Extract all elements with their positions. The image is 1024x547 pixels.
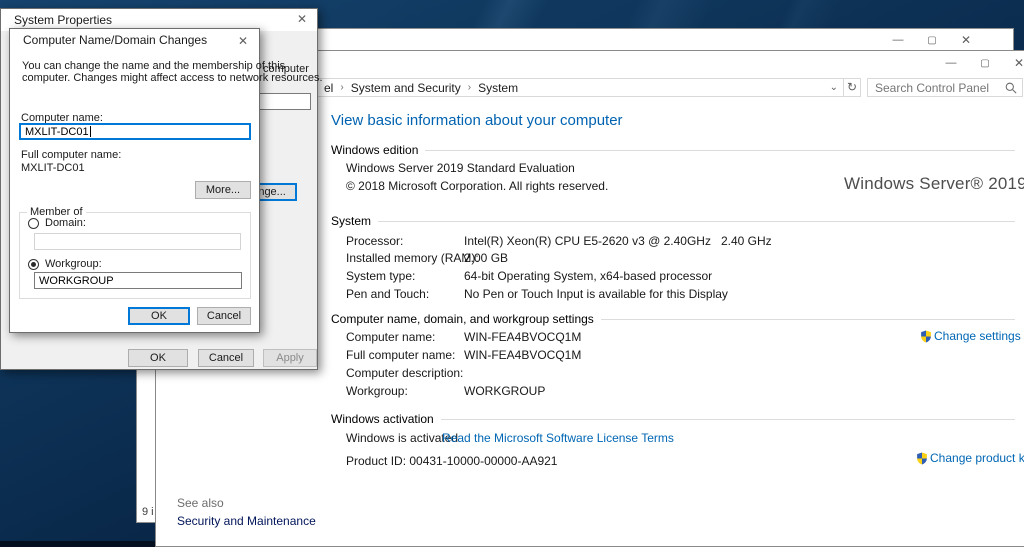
row-value: Intel(R) Xeon(R) CPU E5-2620 v3 @ 2.40GH… (464, 234, 772, 248)
section-windows-activation: Windows activation (331, 412, 1015, 426)
close-icon[interactable]: ✕ (234, 34, 252, 48)
row-label: Workgroup: (346, 384, 408, 398)
dialog-description-line1: You can change the name and the membersh… (22, 60, 285, 72)
breadcrumb-separator-icon: › (468, 82, 471, 93)
row-label: Computer description: (346, 366, 463, 380)
row-label: Installed memory (RAM): (346, 251, 479, 265)
more-button[interactable]: More... (195, 181, 251, 199)
breadcrumb-item-system-and-security[interactable]: System and Security (351, 81, 461, 95)
domain-radio[interactable] (28, 218, 39, 229)
edition-name: Windows Server 2019 Standard Evaluation (346, 161, 575, 175)
computer-name-value: MXLIT-DC01 (25, 126, 89, 138)
section-rule (441, 419, 1015, 420)
close-icon[interactable]: ✕ (1002, 56, 1024, 70)
section-rule (378, 221, 1015, 222)
change-product-key-label: Change product key (930, 451, 1024, 465)
dialog-title: Computer Name/Domain Changes (23, 33, 207, 47)
cn-dialog-titlebar[interactable]: Computer Name/Domain Changes ✕ (10, 29, 259, 51)
uac-shield-icon (920, 330, 932, 343)
breadcrumb-separator-icon: › (340, 82, 343, 93)
row-label: Processor: (346, 234, 403, 248)
search-box[interactable]: Search Control Panel (867, 78, 1023, 97)
system-window-controls: — ▢ ✕ (934, 56, 1024, 70)
refresh-icon[interactable]: ↻ (843, 79, 860, 96)
row-value: 2.00 GB (464, 251, 508, 265)
text-caret (90, 126, 91, 137)
section-title: Computer name, domain, and workgroup set… (331, 312, 594, 326)
section-computer-name: Computer name, domain, and workgroup set… (331, 312, 1015, 326)
row-value: WIN-FEA4BVOCQ1M (464, 348, 581, 362)
section-rule (601, 319, 1015, 320)
dialog-title: System Properties (14, 13, 112, 27)
row-value: WIN-FEA4BVOCQ1M (464, 330, 581, 344)
workgroup-input[interactable]: WORKGROUP (34, 272, 242, 289)
workgroup-radio-label[interactable]: Workgroup: (45, 258, 102, 270)
windows-server-logo: Windows Server® 2019 (844, 174, 1024, 194)
computer-description-field-fragment[interactable] (254, 93, 311, 110)
ok-button[interactable]: OK (128, 349, 188, 367)
close-icon[interactable]: ✕ (949, 33, 983, 47)
row-label: Pen and Touch: (346, 287, 429, 301)
domain-input[interactable] (34, 233, 241, 250)
workgroup-radio[interactable] (28, 259, 39, 270)
section-title: System (331, 214, 371, 228)
full-computer-name-label: Full computer name: (21, 149, 121, 161)
row-label: System type: (346, 269, 415, 283)
dialog-description-line2: computer. Changes might affect access to… (22, 72, 323, 84)
maximize-icon[interactable]: ▢ (915, 35, 949, 46)
cancel-button[interactable]: Cancel (197, 307, 251, 325)
row-label: Full computer name: (346, 348, 455, 362)
row-label: Computer name: (346, 330, 435, 344)
search-icon (1005, 82, 1017, 94)
see-also-title: See also (177, 496, 224, 510)
cancel-button[interactable]: Cancel (198, 349, 254, 367)
apply-button[interactable]: Apply (263, 349, 317, 367)
change-settings-link[interactable]: Change settings (920, 329, 1021, 343)
domain-radio-label[interactable]: Domain: (45, 217, 86, 229)
address-bar[interactable]: el › System and Security › System ⌄ ↻ (231, 78, 861, 97)
section-system: System (331, 214, 1015, 228)
row-value: No Pen or Touch Input is available for t… (464, 287, 728, 301)
minimize-icon[interactable]: — (934, 57, 968, 69)
uac-shield-icon (916, 452, 928, 465)
change-settings-label: Change settings (934, 329, 1021, 343)
close-icon[interactable]: ✕ (293, 12, 311, 26)
breadcrumb-control-panel-fragment[interactable]: el (324, 81, 333, 95)
page-title: View basic information about your comput… (331, 112, 623, 129)
minimize-icon[interactable]: — (881, 34, 915, 46)
ok-button[interactable]: OK (128, 307, 190, 325)
computer-name-input[interactable]: MXLIT-DC01 (19, 123, 251, 140)
section-title: Windows edition (331, 143, 418, 157)
section-title: Windows activation (331, 412, 434, 426)
edition-copyright: © 2018 Microsoft Corporation. All rights… (346, 179, 608, 193)
section-windows-edition: Windows edition (331, 143, 1015, 157)
computer-name-domain-changes-dialog: Computer Name/Domain Changes ✕ You can c… (9, 28, 260, 333)
breadcrumb-item-system[interactable]: System (478, 81, 518, 95)
product-id: Product ID: 00431-10000-00000-AA921 (346, 454, 557, 468)
maximize-icon[interactable]: ▢ (968, 58, 1002, 69)
section-rule (425, 150, 1015, 151)
search-placeholder[interactable]: Search Control Panel (868, 81, 1005, 95)
full-computer-name-value: MXLIT-DC01 (21, 162, 85, 174)
workgroup-value: WORKGROUP (39, 275, 114, 287)
change-product-key-link[interactable]: Change product key (916, 451, 1024, 465)
row-value: 64-bit Operating System, x64-based proce… (464, 269, 712, 283)
security-and-maintenance-link[interactable]: Security and Maintenance (177, 514, 316, 528)
row-value: WORKGROUP (464, 384, 545, 398)
chevron-down-icon[interactable]: ⌄ (825, 82, 843, 93)
license-terms-link[interactable]: Read the Microsoft Software License Term… (442, 431, 674, 445)
explorer-window-controls: — ▢ ✕ (881, 33, 983, 47)
